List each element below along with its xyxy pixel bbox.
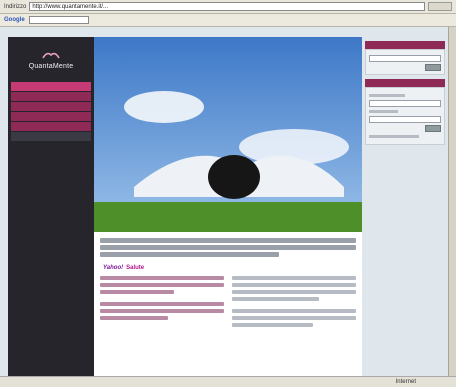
nav-item[interactable] [11, 112, 91, 121]
search-input[interactable] [369, 55, 441, 62]
page-viewport: QuantaMente Yahoo! Salute [0, 27, 448, 376]
toolbar-button[interactable] [93, 16, 99, 24]
scrollbar[interactable] [448, 27, 456, 376]
brand-name: QuantaMente [28, 62, 74, 70]
toolbar-button[interactable] [103, 16, 109, 24]
username-field[interactable] [369, 100, 441, 107]
status-bar: Internet [0, 376, 456, 387]
right-sidebar [362, 37, 448, 376]
brand-logo-icon [42, 52, 60, 58]
search-panel-header [365, 41, 445, 49]
login-panel [365, 87, 445, 145]
nav-item[interactable] [11, 82, 91, 91]
updates-column-title [232, 263, 356, 273]
hero-photo-icon [94, 37, 362, 232]
security-zone: Internet [395, 379, 416, 385]
nav-item[interactable] [11, 122, 91, 131]
search-button[interactable] [425, 64, 441, 71]
address-bar: Indirizzo http://www.quantamente.it/... [0, 0, 456, 14]
news-column: Yahoo! Salute [100, 263, 224, 330]
address-field[interactable]: http://www.quantamente.it/... [29, 2, 425, 11]
nav-item[interactable] [11, 92, 91, 101]
login-button[interactable] [425, 125, 441, 132]
google-search-input[interactable] [28, 16, 89, 24]
go-button[interactable] [428, 2, 452, 11]
google-toolbar-brand[interactable]: Google [4, 17, 25, 23]
google-toolbar: Google [0, 14, 456, 27]
password-field[interactable] [369, 116, 441, 123]
yahoo-logo[interactable]: Yahoo! [103, 265, 123, 271]
yahoo-section: Salute [126, 265, 145, 271]
site-brand[interactable]: QuantaMente [8, 37, 94, 81]
search-panel [365, 49, 445, 75]
nav-item[interactable] [11, 102, 91, 111]
address-label: Indirizzo [4, 3, 27, 10]
hero-image [94, 37, 362, 232]
site-nav: QuantaMente [8, 37, 94, 376]
updates-column [232, 263, 356, 330]
nav-item[interactable] [11, 132, 91, 141]
main-content: Yahoo! Salute [94, 232, 362, 376]
login-panel-header [365, 79, 445, 87]
